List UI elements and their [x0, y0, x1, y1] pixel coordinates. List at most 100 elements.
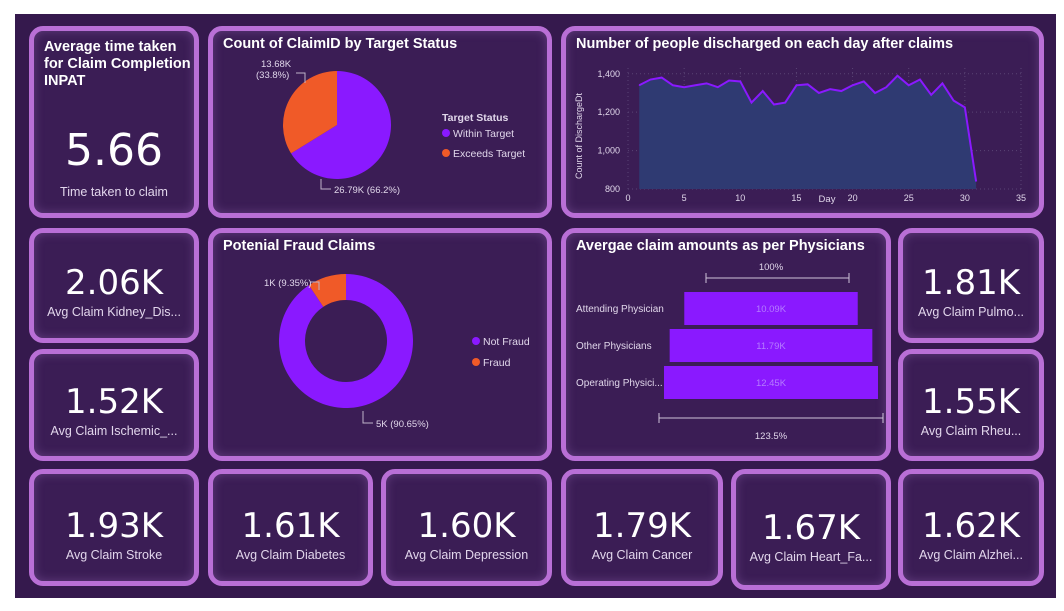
donut-fraud-label: 1K (9.35%) — [264, 278, 312, 289]
physicians-funnel-svg: 100% 10.09K Attending Physician 11.79K Othe… — [576, 262, 884, 442]
physicians-card[interactable]: Avergae claim amounts as per Physicians … — [561, 228, 891, 461]
dashboard: Average time taken for Claim Completion … — [15, 14, 1056, 598]
discharge-ylabel: Count of DischargeDt — [574, 92, 584, 179]
donut-notfraud-leader — [362, 411, 373, 424]
donut-notfraud-label: 5K (90.65%) — [376, 419, 429, 430]
discharge-point-day-10[interactable] — [739, 80, 741, 82]
kpi-cancer-card[interactable]: 1.79K Avg Claim Cancer — [561, 469, 723, 586]
discharge-point-day-17[interactable] — [818, 92, 820, 94]
kpi-heart-value: 1.67K — [762, 508, 860, 548]
kpi-ischemic-label: Avg Claim Ischemic_... — [50, 424, 178, 438]
kpi-rheu-label: Avg Claim Rheu... — [920, 424, 1022, 438]
discharge-xtick: 10 — [735, 193, 745, 203]
discharge-point-day-21[interactable] — [863, 80, 865, 82]
discharge-xtick: 5 — [682, 193, 687, 203]
discharge-xtick: 15 — [791, 193, 801, 203]
discharge-chart-svg: 800 1,000 1,200 1,400 0 5 10 15 20 25 30 35 Day Cou… — [574, 68, 1026, 205]
donut-legend-fraud-marker — [472, 358, 480, 366]
kpi-stroke-card[interactable]: 1.93K Avg Claim Stroke — [29, 469, 199, 586]
kpi-heart-card[interactable]: 1.67K Avg Claim Heart_Fa... — [731, 469, 891, 590]
kpi-alzhei-card[interactable]: 1.62K Avg Claim Alzhei... — [898, 469, 1044, 586]
kpi-alzhei-value: 1.62K — [922, 506, 1020, 546]
discharge-point-day-27[interactable] — [930, 94, 932, 96]
discharge-point-day-18[interactable] — [829, 88, 831, 90]
pie-legend-within[interactable]: Within Target — [453, 128, 514, 140]
funnel-value-label: 12.45K — [756, 378, 787, 389]
kpi-ischemic-card[interactable]: 1.52K Avg Claim Ischemic_... — [29, 349, 199, 461]
donut-legend-fraud[interactable]: Fraud — [483, 357, 511, 369]
kpi-rheu-card[interactable]: 1.55K Avg Claim Rheu... — [898, 349, 1044, 461]
discharge-point-day-4[interactable] — [672, 84, 674, 86]
discharge-point-day-30[interactable] — [964, 106, 966, 108]
inpat-title: Average time taken for Claim Completion … — [44, 39, 191, 89]
discharge-ytick: 1,400 — [597, 69, 620, 79]
discharge-point-day-1[interactable] — [638, 84, 640, 86]
discharge-point-day-19[interactable] — [840, 90, 842, 92]
pie-legend-exceeds[interactable]: Exceeds Target — [453, 148, 525, 160]
kpi-pulmo-card[interactable]: 1.81K Avg Claim Pulmo... — [898, 228, 1044, 343]
discharge-point-day-13[interactable] — [773, 103, 775, 105]
funnel-category-label: Operating Physici... — [576, 378, 663, 389]
pie-legend-exceeds-marker — [442, 149, 450, 157]
kpi-ischemic-value: 1.52K — [65, 382, 163, 422]
fraud-card[interactable]: Potenial Fraud Claims 1K (9.35%) 5K (90.… — [208, 228, 552, 461]
kpi-stroke-label: Avg Claim Stroke — [65, 548, 163, 562]
funnel-value-label: 11.79K — [756, 341, 786, 352]
discharge-point-day-28[interactable] — [941, 82, 943, 84]
kpi-pulmo-label: Avg Claim Pulmo... — [917, 305, 1025, 319]
discharge-xtick: 35 — [1016, 193, 1026, 203]
pie-within-label: 26.79K (66.2%) — [334, 185, 400, 196]
discharge-point-day-14[interactable] — [784, 102, 786, 104]
funnel-top-label: 100% — [759, 262, 784, 273]
kpi-kidney-card[interactable]: 2.06K Avg Claim Kidney_Dis... — [29, 228, 199, 343]
discharge-point-day-23[interactable] — [885, 86, 887, 88]
discharge-point-day-3[interactable] — [661, 77, 663, 79]
kpi-depression-label: Avg Claim Depression — [404, 548, 529, 562]
discharge-ytick: 800 — [605, 184, 620, 194]
discharge-point-day-12[interactable] — [762, 90, 764, 92]
kpi-kidney-value: 2.06K — [65, 263, 163, 303]
kpi-pulmo-value: 1.81K — [922, 263, 1020, 303]
inpat-value: 5.66 — [65, 125, 163, 176]
discharge-xtick: 25 — [904, 193, 914, 203]
inpat-card[interactable]: Average time taken for Claim Completion … — [29, 26, 199, 218]
kpi-rheu-value: 1.55K — [922, 382, 1020, 422]
pie-legend-within-marker — [442, 129, 450, 137]
discharge-point-day-16[interactable] — [807, 83, 809, 85]
discharge-point-day-6[interactable] — [694, 84, 696, 86]
kpi-stroke-value: 1.93K — [65, 506, 163, 546]
discharge-point-day-24[interactable] — [896, 75, 898, 77]
fraud-donut-svg: 1K (9.35%) 5K (90.65%) Not Fraud Fraud — [264, 274, 530, 430]
discharge-card[interactable]: Number of people discharged on each day … — [561, 26, 1044, 218]
discharge-area — [639, 75, 977, 189]
discharge-point-day-7[interactable] — [706, 82, 708, 84]
target-status-card[interactable]: Count of ClaimID by Target Status 13.68K… — [208, 26, 552, 218]
discharge-point-day-25[interactable] — [908, 84, 910, 86]
discharge-ytick: 1,000 — [597, 146, 620, 156]
discharge-point-day-5[interactable] — [683, 86, 685, 88]
donut-legend-notfraud-marker — [472, 337, 480, 345]
kpi-alzhei-label: Avg Claim Alzhei... — [919, 548, 1023, 562]
discharge-point-day-9[interactable] — [728, 79, 730, 81]
discharge-point-day-26[interactable] — [919, 79, 921, 81]
kpi-kidney-label: Avg Claim Kidney_Dis... — [47, 305, 181, 319]
discharge-point-day-8[interactable] — [717, 86, 719, 88]
donut-slice-not-fraud[interactable] — [279, 274, 413, 408]
discharge-point-day-29[interactable] — [953, 100, 955, 102]
kpi-diabetes-label: Avg Claim Diabetes — [235, 548, 346, 562]
kpi-diabetes-card[interactable]: 1.61K Avg Claim Diabetes — [208, 469, 373, 586]
discharge-point-day-20[interactable] — [852, 84, 854, 86]
discharge-point-day-31[interactable] — [975, 180, 977, 182]
discharge-point-day-22[interactable] — [874, 92, 876, 94]
donut-legend-notfraud[interactable]: Not Fraud — [483, 336, 530, 348]
target-status-pie-svg: 13.68K (33.8%) 26.79K (66.2%) Target Sta… — [256, 59, 525, 196]
discharge-point-day-11[interactable] — [751, 102, 753, 104]
discharge-xtick: 0 — [625, 193, 630, 203]
inpat-label: Time taken to claim — [60, 185, 168, 199]
discharge-point-day-2[interactable] — [649, 79, 651, 81]
pie-legend-title: Target Status — [442, 112, 508, 124]
kpi-cancer-label: Avg Claim Cancer — [591, 548, 693, 562]
discharge-point-day-15[interactable] — [795, 84, 797, 86]
kpi-heart-label: Avg Claim Heart_Fa... — [749, 550, 873, 564]
kpi-depression-card[interactable]: 1.60K Avg Claim Depression — [381, 469, 552, 586]
